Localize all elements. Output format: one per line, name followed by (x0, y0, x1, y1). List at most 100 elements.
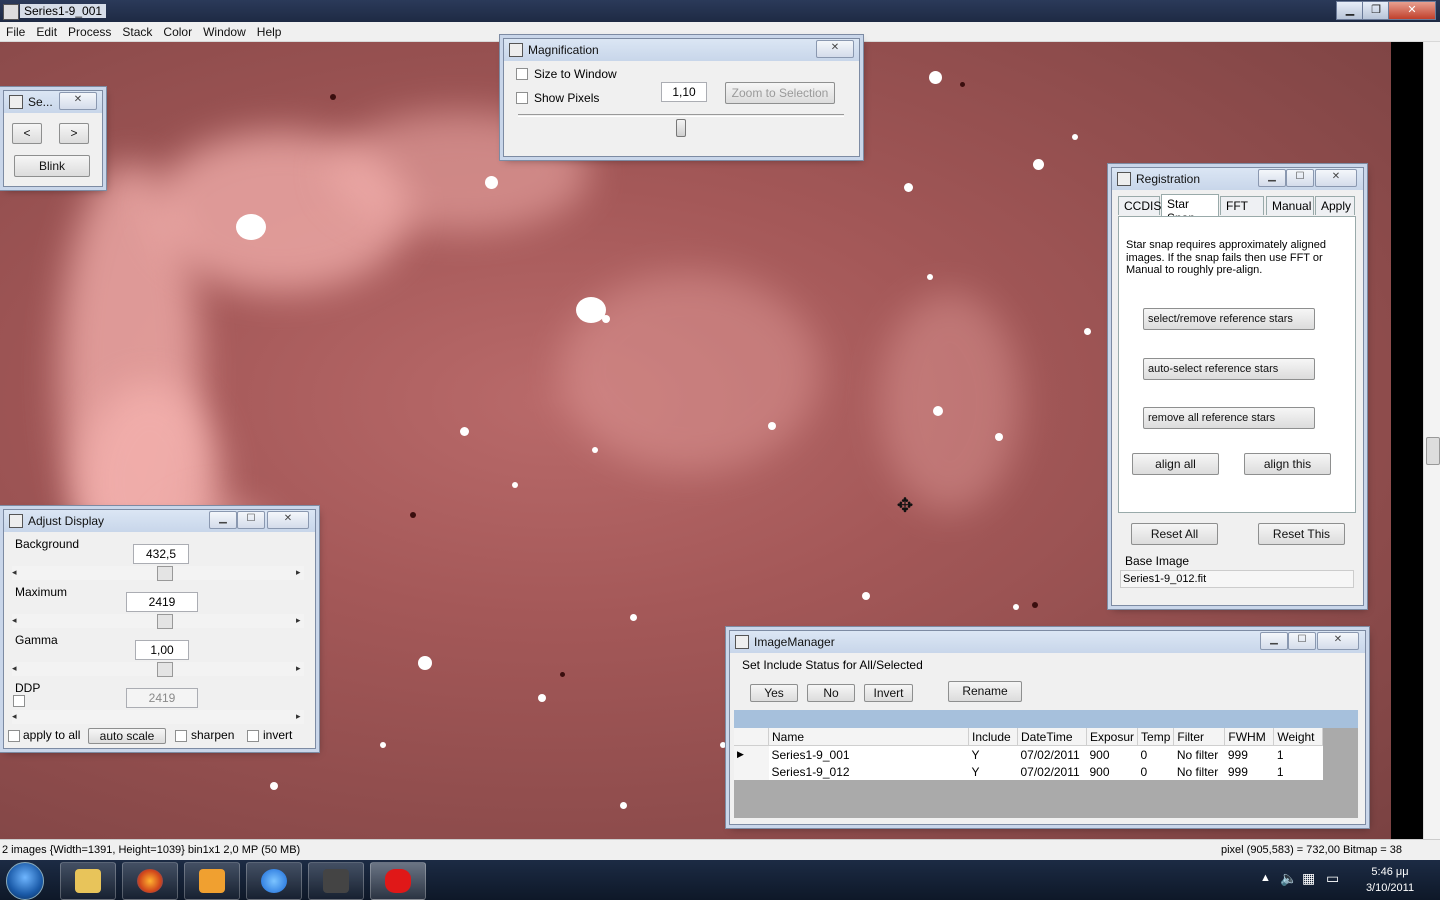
sharpen-checkbox[interactable] (175, 730, 187, 742)
cell-include[interactable]: Y (969, 746, 1018, 764)
menu-edit[interactable]: Edit (30, 22, 62, 39)
start-button[interactable] (6, 862, 44, 900)
background-slider-thumb[interactable] (157, 566, 173, 581)
power-icon[interactable]: ▭ (1326, 870, 1339, 887)
menu-stack[interactable]: Stack (116, 22, 157, 39)
apply-to-all-checkbox[interactable] (8, 730, 20, 742)
maximum-slider[interactable]: ◂ ▸ (12, 614, 304, 629)
maximum-field[interactable]: 2419 (126, 592, 198, 612)
previous-button[interactable]: < (12, 123, 42, 144)
taskbar-explorer[interactable] (60, 862, 116, 900)
cell-include[interactable]: Y (969, 763, 1018, 780)
image-manager-title: ImageManager (754, 635, 835, 649)
cell-filter: No filter (1176, 764, 1219, 779)
remove-all-stars-button[interactable]: remove all reference stars (1143, 407, 1315, 429)
magnification-close-button[interactable]: ✕ (816, 40, 854, 58)
invert-checkbox[interactable] (247, 730, 259, 742)
show-pixels-label: Show Pixels (534, 91, 600, 105)
reset-all-button[interactable]: Reset All (1131, 523, 1218, 545)
taskbar: ▲ 🔈 ▦ ▭ 5:46 μμ 3/10/2011 (0, 860, 1440, 900)
taskbar-firefox[interactable] (122, 862, 178, 900)
zoom-slider-track[interactable] (518, 114, 844, 117)
next-button[interactable]: > (59, 123, 89, 144)
volume-icon[interactable]: 🔈 (1280, 870, 1297, 887)
auto-scale-button[interactable]: auto scale (88, 728, 166, 744)
imgmgr-minimize-button[interactable]: ▁ (1260, 632, 1288, 650)
tray-expand-icon[interactable]: ▲ (1260, 872, 1271, 884)
col-temp[interactable]: Temp (1137, 728, 1175, 746)
select-remove-stars-button[interactable]: select/remove reference stars (1143, 308, 1315, 330)
zoom-slider-thumb[interactable] (676, 119, 686, 137)
window-icon (509, 43, 523, 57)
taskbar-media-player[interactable] (184, 862, 240, 900)
col-include[interactable]: Include (968, 728, 1018, 746)
adjust-display-title: Adjust Display (28, 514, 105, 528)
no-button[interactable]: No (807, 684, 855, 702)
scroll-thumb[interactable] (1426, 437, 1440, 465)
taskbar-ie[interactable] (246, 862, 302, 900)
zoom-value-field[interactable]: 1,10 (661, 82, 707, 102)
ddp-field[interactable]: 2419 (126, 688, 198, 708)
tab-fft[interactable]: FFT (1220, 196, 1264, 215)
ddp-checkbox[interactable] (13, 695, 25, 707)
imgmgr-maximize-button[interactable]: ☐ (1288, 632, 1316, 650)
maximum-slider-thumb[interactable] (157, 614, 173, 629)
tab-apply[interactable]: Apply (1315, 196, 1355, 215)
registration-maximize-button[interactable]: ☐ (1286, 169, 1314, 187)
tab-star-snap[interactable]: Star Snap (1161, 194, 1219, 225)
size-to-window-checkbox[interactable] (516, 68, 528, 80)
registration-minimize-button[interactable]: ▁ (1258, 169, 1286, 187)
image-manager-window: ImageManager ▁ ☐ ✕ Set Include Status fo… (729, 630, 1366, 825)
vertical-scrollbar[interactable] (1423, 42, 1440, 839)
taskbar-app[interactable] (308, 862, 364, 900)
col-name[interactable]: Name (768, 728, 969, 746)
tab-manual[interactable]: Manual (1266, 196, 1314, 215)
gamma-field[interactable]: 1,00 (135, 640, 189, 660)
network-icon[interactable]: ▦ (1302, 870, 1315, 887)
menu-color[interactable]: Color (157, 22, 197, 39)
imgmgr-close-button[interactable]: ✕ (1317, 632, 1359, 650)
reset-this-button[interactable]: Reset This (1258, 523, 1345, 545)
menu-file[interactable]: File (0, 22, 30, 39)
background-field[interactable]: 432,5 (133, 544, 189, 564)
gamma-slider[interactable]: ◂ ▸ (12, 662, 304, 677)
adjust-maximize-button[interactable]: ☐ (237, 511, 265, 529)
col-filter[interactable]: Filter (1173, 728, 1226, 746)
background-slider[interactable]: ◂ ▸ (12, 566, 304, 581)
col-weight[interactable]: Weight (1273, 728, 1324, 746)
restore-button[interactable]: ❐ (1362, 1, 1390, 20)
registration-close-button[interactable]: ✕ (1315, 169, 1357, 187)
clock-time[interactable]: 5:46 μμ (1360, 866, 1420, 878)
blink-button[interactable]: Blink (14, 155, 90, 177)
auto-select-stars-button[interactable]: auto-select reference stars (1143, 358, 1315, 380)
col-fwhm[interactable]: FWHM (1224, 728, 1275, 746)
taskbar-maxim[interactable] (370, 862, 426, 900)
invert-button[interactable]: Invert (864, 684, 913, 702)
menu-process[interactable]: Process (62, 22, 116, 39)
clock-date[interactable]: 3/10/2011 (1360, 882, 1420, 894)
col-exposure[interactable]: Exposur (1086, 728, 1139, 746)
adjust-close-button[interactable]: ✕ (267, 511, 309, 529)
ddp-label: DDP (15, 681, 41, 695)
menu-window[interactable]: Window (197, 22, 251, 39)
align-this-button[interactable]: align this (1244, 453, 1331, 475)
show-pixels-checkbox[interactable] (516, 92, 528, 104)
gamma-slider-thumb[interactable] (157, 662, 173, 677)
yes-button[interactable]: Yes (750, 684, 798, 702)
adjust-minimize-button[interactable]: ▁ (209, 511, 237, 529)
cell-name: Series1-9_012 (771, 764, 850, 779)
col-datetime[interactable]: DateTime (1017, 728, 1087, 746)
table-row[interactable]: ▶ Series1-9_001 Y 07/02/2011 900 0 No fi… (734, 745, 1323, 764)
align-all-button[interactable]: align all (1132, 453, 1219, 475)
menu-help[interactable]: Help (251, 22, 287, 39)
series-window-title: Se... (28, 95, 53, 109)
series-close-button[interactable]: ✕ (59, 92, 97, 110)
ddp-slider[interactable]: ◂ ▸ (12, 710, 304, 724)
close-button[interactable]: ✕ (1388, 1, 1436, 20)
minimize-button[interactable]: ▁ (1336, 1, 1364, 20)
table-row[interactable]: Series1-9_012 Y 07/02/2011 900 0 No filt… (734, 763, 1323, 780)
base-image-field[interactable]: Series1-9_012.fit (1120, 570, 1354, 588)
rename-button[interactable]: Rename (948, 681, 1022, 702)
zoom-to-selection-button[interactable]: Zoom to Selection (725, 82, 835, 104)
tab-ccdis[interactable]: CCDIS (1118, 196, 1161, 215)
